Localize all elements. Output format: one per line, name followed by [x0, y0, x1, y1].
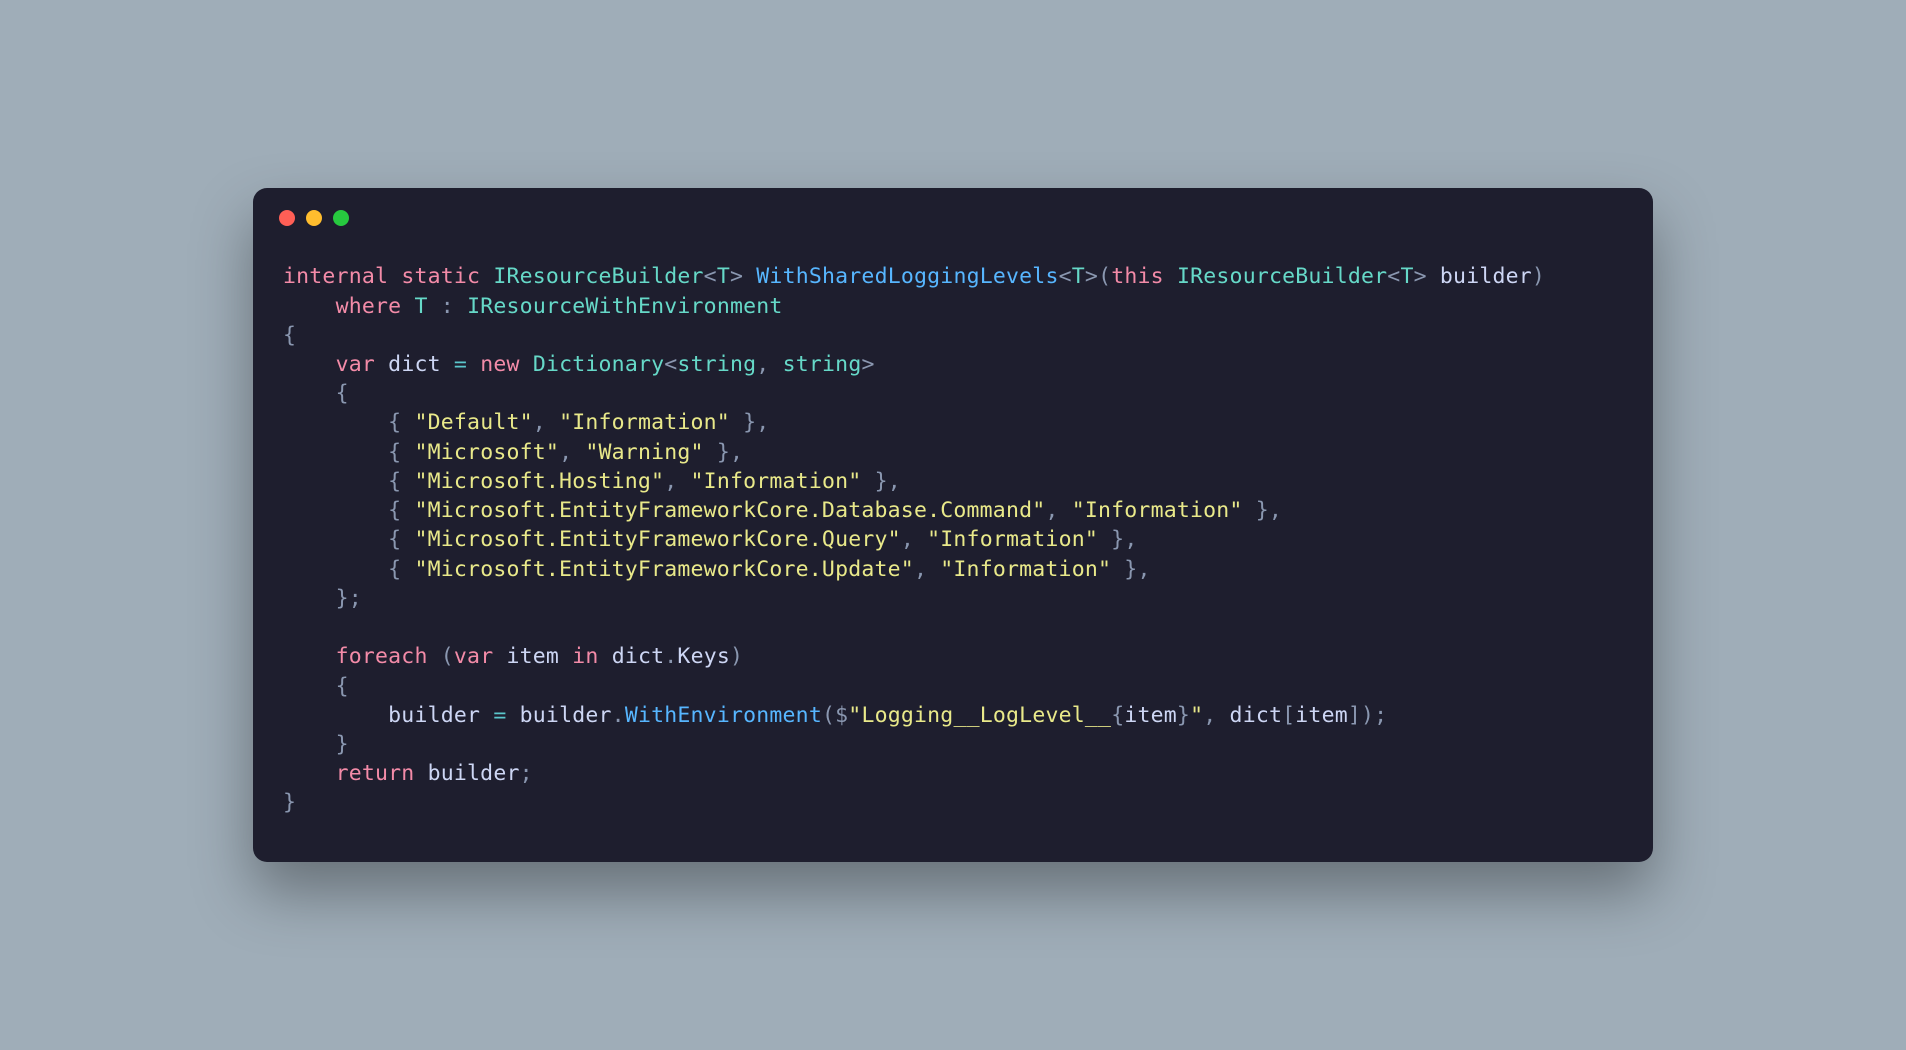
window-titlebar — [253, 188, 1653, 234]
code-window: internal static IResourceBuilder<T> With… — [253, 188, 1653, 861]
zoom-icon[interactable] — [333, 210, 349, 226]
minimize-icon[interactable] — [306, 210, 322, 226]
close-icon[interactable] — [279, 210, 295, 226]
code-content: internal static IResourceBuilder<T> With… — [253, 234, 1653, 861]
